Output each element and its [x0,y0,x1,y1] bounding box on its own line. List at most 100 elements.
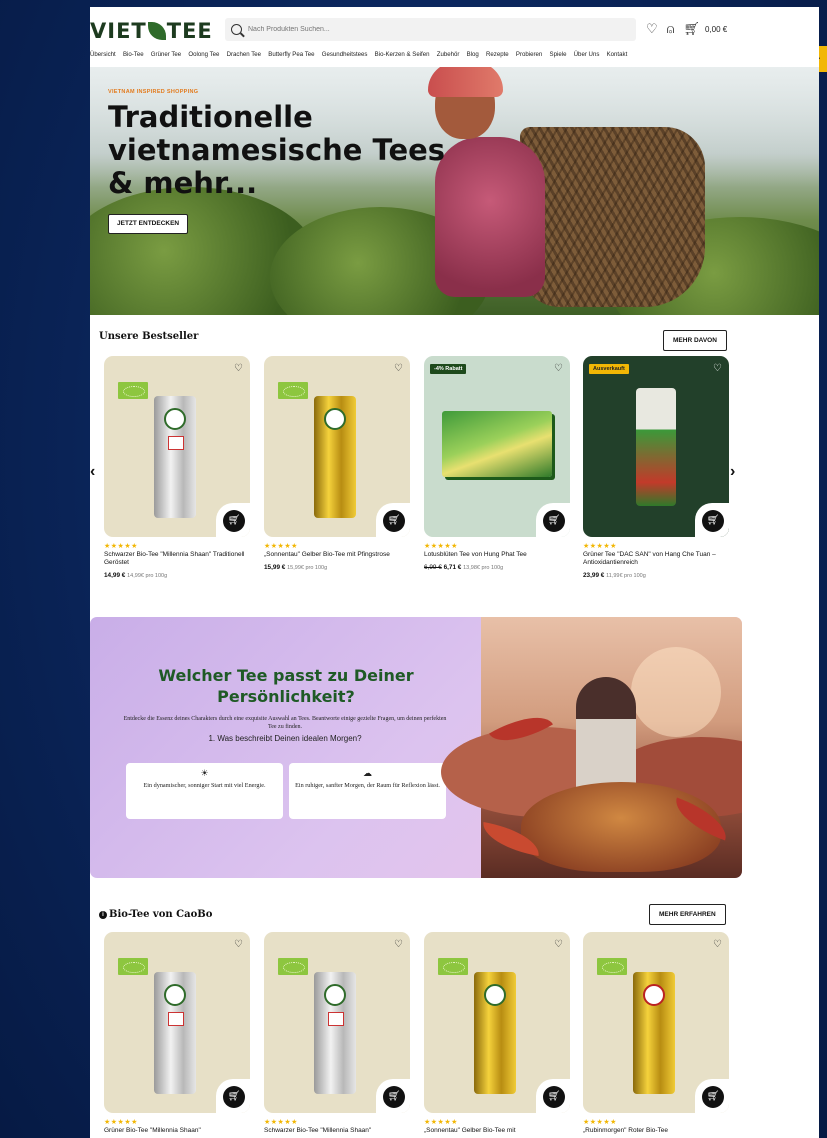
nav-item[interactable]: Übersicht [90,51,116,58]
nav-item[interactable]: Über Uns [574,51,600,58]
add-to-cart-button[interactable]: 🛒︎ [695,503,729,537]
hero-kicker: VIETNAM INSPIRED SHOPPING [108,89,199,95]
next-arrow-icon[interactable]: › [730,463,735,481]
product-card[interactable]: ♡ 🛒︎ ★★★★★ Schwarzer Bio-Tee "Millennia … [104,356,250,579]
heart-icon[interactable]: ♡ [394,939,403,950]
product-image[interactable]: ♡ 🛒︎ [424,932,570,1113]
hero-title: Traditionelle vietnamesische Tees & mehr… [108,100,446,200]
leaf-icon [147,22,166,40]
eu-bio-icon [597,958,627,975]
product-card[interactable]: ♡ 🛒︎ ★★★★★ Schwarzer Bio-Tee "Millennia … [264,932,410,1135]
bag-tag [168,1012,184,1026]
quiz-title: Welcher Tee passt zu Deiner Persönlichke… [158,666,414,706]
nav-item[interactable]: Drachen Tee [227,51,261,58]
product-card[interactable]: ♡ 🛒︎ ★★★★★ „Sonnentau" Gelber Bio-Tee mi… [264,356,410,571]
add-to-cart-button[interactable]: 🛒︎ [376,503,410,537]
quiz-intro: Entdecke die Essenz deines Charakters du… [123,716,447,730]
cart-icon: 🛒︎ [383,510,405,532]
product-name[interactable]: Schwarzer Bio-Tee "Millennia Shaan" [264,1127,410,1135]
heart-icon[interactable]: ♡ [234,939,243,950]
hero-cta-button[interactable]: JETZT ENTDECKEN [108,214,189,234]
heart-icon[interactable]: ♡ [713,939,722,950]
nav-item[interactable]: Bio-Kerzen & Seifen [375,51,430,58]
product-image[interactable]: Ausverkauft ♡ 🛒︎ [583,356,729,537]
quiz-question: 1. Was beschreibt Deinen idealen Morgen? [208,734,362,743]
nav-item[interactable]: Kontakt [607,51,628,58]
product-name[interactable]: Grüner Tee "DAC SAN" von Hang Che Tuan –… [583,551,729,567]
tea-bag [314,972,356,1094]
product-name[interactable]: Lotusblüten Tee von Hung Phat Tee [424,551,570,559]
product-name[interactable]: Grüner Bio-Tee "Millennia Shaan" [104,1127,250,1135]
nav-item[interactable]: Gesundheitstees [322,51,368,58]
nav-item[interactable]: Zubehör [437,51,460,58]
user-icon[interactable]: ⍝ [667,21,675,37]
heart-icon[interactable]: ♡ [394,363,403,374]
section-title-text: Bio-Tee von CaoBo [109,909,213,920]
add-to-cart-button[interactable]: 🛒︎ [216,503,250,537]
add-to-cart-button[interactable]: 🛒︎ [536,503,570,537]
nav-item[interactable]: Spiele [550,51,567,58]
cart-total[interactable]: 0,00 € [705,25,727,34]
quiz-option-calm[interactable]: ☁ Ein ruhiger, sanfter Morgen, der Raum … [289,763,446,819]
bag-tag [168,436,184,450]
product-card[interactable]: Ausverkauft ♡ 🛒︎ ★★★★★ Grüner Tee "DAC S… [583,356,729,579]
product-card[interactable]: -4% Rabatt ♡ 🛒︎ ★★★★★ Lotusblüten Tee vo… [424,356,570,571]
heart-icon[interactable]: ♡ [713,363,722,374]
product-image[interactable]: ♡ 🛒︎ [104,356,250,537]
option-text: Ein ruhiger, sanfter Morgen, der Raum fü… [295,782,440,789]
cart-icon[interactable]: 🛒︎ [683,21,700,37]
heart-icon[interactable]: ♡ [234,363,243,374]
page: VIETTEE ♡ ⍝ 🛒︎ 0,00 € Übersicht Bio-Tee … [90,7,819,1138]
heart-icon[interactable]: ♡ [554,939,563,950]
product-name[interactable]: „Sonnentau" Gelber Bio-Tee mit [424,1127,570,1135]
bag-label [484,984,506,1006]
bag-tag [328,1012,344,1026]
main-nav: Übersicht Bio-Tee Grüner Tee Oolong Tee … [90,51,819,58]
tea-bag [633,972,675,1094]
nav-item[interactable]: Probieren [516,51,542,58]
tea-box [442,411,552,477]
product-image[interactable]: ♡ 🛒︎ [583,932,729,1113]
search-bar[interactable] [225,18,636,41]
heart-icon[interactable]: ♡ [646,21,658,37]
option-text: Ein dynamischer, sonniger Start mit viel… [143,782,266,789]
search-icon [231,24,242,35]
heart-icon[interactable]: ♡ [554,363,563,374]
rating-stars: ★★★★★ [104,543,138,550]
add-to-cart-button[interactable]: 🛒︎ [536,1079,570,1113]
unit-price: 13,98€ pro 100g [463,565,504,571]
product-name[interactable]: Schwarzer Bio-Tee "Millennia Shaan" Trad… [104,551,250,567]
cart-icon: 🛒︎ [543,510,565,532]
product-card[interactable]: ♡ 🛒︎ ★★★★★ „Rubinmorgen" Roter Bio-Tee [583,932,729,1135]
nav-item[interactable]: Oolong Tee [188,51,219,58]
nav-item[interactable]: Rezepte [486,51,509,58]
product-name[interactable]: „Sonnentau" Gelber Bio-Tee mit Pfingstro… [264,551,410,559]
more-button[interactable]: MEHR DAVON [663,330,727,351]
eu-bio-icon [278,958,308,975]
nav-item[interactable]: Butterfly Pea Tee [268,51,314,58]
price-value: 6,71 € [443,564,462,571]
cart-icon: 🛒︎ [702,1086,724,1108]
nav-item[interactable]: Bio-Tee [123,51,144,58]
more-button[interactable]: MEHR ERFAHREN [649,904,726,925]
rating-stars: ★★★★★ [104,1119,138,1126]
add-to-cart-button[interactable]: 🛒︎ [376,1079,410,1113]
product-price: 14,99 € 14,99€ pro 100g [104,572,250,579]
product-card[interactable]: ♡ 🛒︎ ★★★★★ Grüner Bio-Tee "Millennia Sha… [104,932,250,1135]
quiz-option-sunny[interactable]: ☀ Ein dynamischer, sonniger Start mit vi… [126,763,283,819]
nav-item[interactable]: Blog [467,51,479,58]
price-value: 14,99 € [104,572,126,579]
prev-arrow-icon[interactable]: ‹ [90,463,95,481]
product-image[interactable]: -4% Rabatt ♡ 🛒︎ [424,356,570,537]
product-image[interactable]: ♡ 🛒︎ [264,932,410,1113]
add-to-cart-button[interactable]: 🛒︎ [695,1079,729,1113]
product-name[interactable]: „Rubinmorgen" Roter Bio-Tee [583,1127,729,1135]
search-input[interactable] [248,26,628,33]
product-image[interactable]: ♡ 🛒︎ [264,356,410,537]
product-card[interactable]: ♡ 🛒︎ ★★★★★ „Sonnentau" Gelber Bio-Tee mi… [424,932,570,1135]
add-to-cart-button[interactable]: 🛒︎ [216,1079,250,1113]
logo[interactable]: VIET TEE [90,19,213,43]
nav-item[interactable]: Grüner Tee [151,51,181,58]
product-image[interactable]: ♡ 🛒︎ [104,932,250,1113]
info-icon: i [99,911,107,919]
